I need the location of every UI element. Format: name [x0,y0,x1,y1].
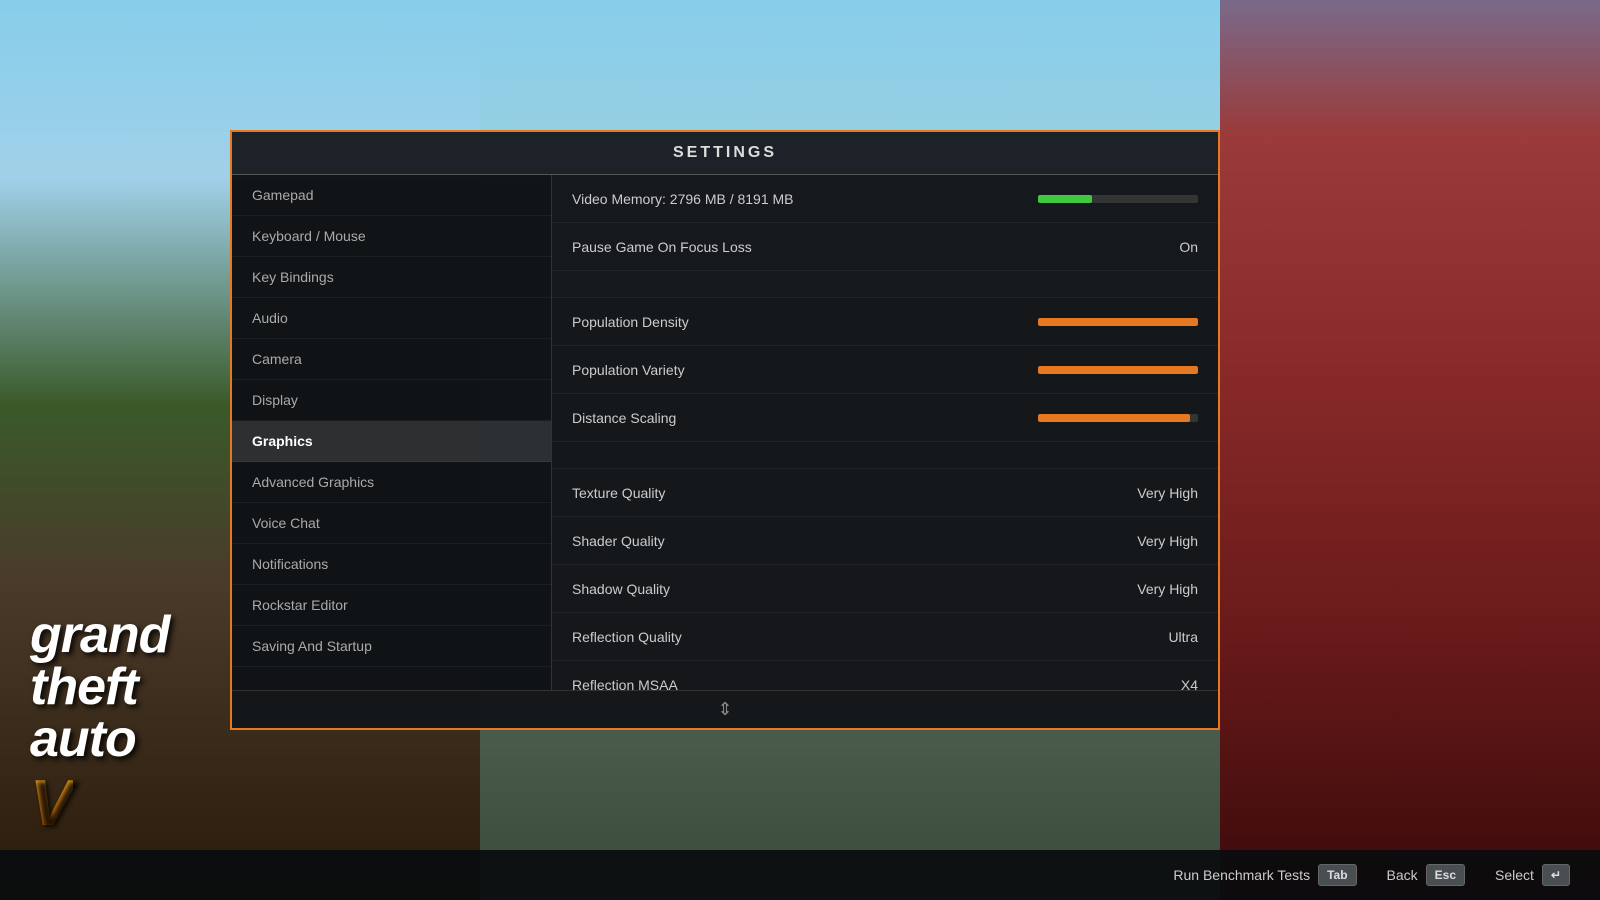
distance-scaling-row[interactable]: Distance Scaling [552,394,1218,442]
sidebar-item-graphics[interactable]: Graphics [232,421,551,462]
settings-panel: SETTINGS GamepadKeyboard / MouseKey Bind… [230,130,1220,730]
shadow-quality-label: Shadow Quality [572,581,1098,597]
back-action[interactable]: Back Esc [1387,864,1465,886]
texture-quality-label: Texture Quality [572,485,1098,501]
reflection-msaa-label: Reflection MSAA [572,677,1098,691]
spacer-row [552,271,1218,298]
distance-scaling-label: Distance Scaling [572,410,1038,426]
population-density-fill [1038,318,1198,326]
population-variety-bar [1038,366,1198,374]
sidebar-item-notifications[interactable]: Notifications [232,544,551,585]
select-key: ↵ [1542,864,1570,886]
benchmark-action[interactable]: Run Benchmark Tests Tab [1173,864,1356,886]
gta-logo: grand theft auto V [30,609,169,840]
texture-quality-row[interactable]: Texture Quality Very High [552,469,1218,517]
pause-game-label: Pause Game On Focus Loss [572,239,1098,255]
video-memory-bar [1038,195,1198,203]
pause-game-row[interactable]: Pause Game On Focus Loss On [552,223,1218,271]
sidebar-item-keyboard-mouse[interactable]: Keyboard / Mouse [232,216,551,257]
video-memory-row: Video Memory: 2796 MB / 8191 MB [552,175,1218,223]
reflection-quality-row[interactable]: Reflection Quality Ultra [552,613,1218,661]
select-action[interactable]: Select ↵ [1495,864,1570,886]
sidebar-item-rockstar-editor[interactable]: Rockstar Editor [232,585,551,626]
sidebar-item-voice-chat[interactable]: Voice Chat [232,503,551,544]
settings-menu: GamepadKeyboard / MouseKey BindingsAudio… [232,175,552,690]
population-variety-row[interactable]: Population Variety [552,346,1218,394]
shader-quality-row[interactable]: Shader Quality Very High [552,517,1218,565]
reflection-quality-value: Ultra [1098,629,1198,645]
select-label: Select [1495,867,1534,883]
benchmark-label: Run Benchmark Tests [1173,867,1310,883]
reflection-msaa-value: X4 [1098,677,1198,691]
bottom-bar: Run Benchmark Tests Tab Back Esc Select … [0,850,1600,900]
settings-content: Video Memory: 2796 MB / 8191 MB Pause Ga… [552,175,1218,690]
sidebar-item-camera[interactable]: Camera [232,339,551,380]
population-density-bar [1038,318,1198,326]
benchmark-key: Tab [1318,864,1356,886]
distance-scaling-fill [1038,414,1190,422]
logo-roman: V [30,765,73,840]
back-label: Back [1387,867,1418,883]
video-memory-label: Video Memory: 2796 MB / 8191 MB [572,191,1038,207]
shadow-quality-value: Very High [1098,581,1198,597]
settings-title-bar: SETTINGS [232,132,1218,175]
settings-body: GamepadKeyboard / MouseKey BindingsAudio… [232,175,1218,690]
reflection-msaa-row[interactable]: Reflection MSAA X4 [552,661,1218,690]
back-key: Esc [1426,864,1465,886]
logo-text: grand theft auto [30,609,169,765]
settings-title: SETTINGS [673,144,777,161]
population-variety-label: Population Variety [572,362,1038,378]
sidebar-item-advanced-graphics[interactable]: Advanced Graphics [232,462,551,503]
spacer-row-2 [552,442,1218,469]
population-density-label: Population Density [572,314,1038,330]
population-density-row[interactable]: Population Density [552,298,1218,346]
shadow-quality-row[interactable]: Shadow Quality Very High [552,565,1218,613]
population-variety-fill [1038,366,1198,374]
sidebar-item-saving-startup[interactable]: Saving And Startup [232,626,551,667]
scroll-arrows-icon: ⇕ [717,699,732,720]
shader-quality-label: Shader Quality [572,533,1098,549]
reflection-quality-label: Reflection Quality [572,629,1098,645]
sidebar-item-audio[interactable]: Audio [232,298,551,339]
sidebar-item-key-bindings[interactable]: Key Bindings [232,257,551,298]
bg-right [1220,0,1600,900]
scroll-indicator: ⇕ [232,690,1218,728]
video-memory-bar-fill [1038,195,1092,203]
shader-quality-value: Very High [1098,533,1198,549]
pause-game-value: On [1098,239,1198,255]
texture-quality-value: Very High [1098,485,1198,501]
distance-scaling-bar [1038,414,1198,422]
sidebar-item-display[interactable]: Display [232,380,551,421]
sidebar-item-gamepad[interactable]: Gamepad [232,175,551,216]
